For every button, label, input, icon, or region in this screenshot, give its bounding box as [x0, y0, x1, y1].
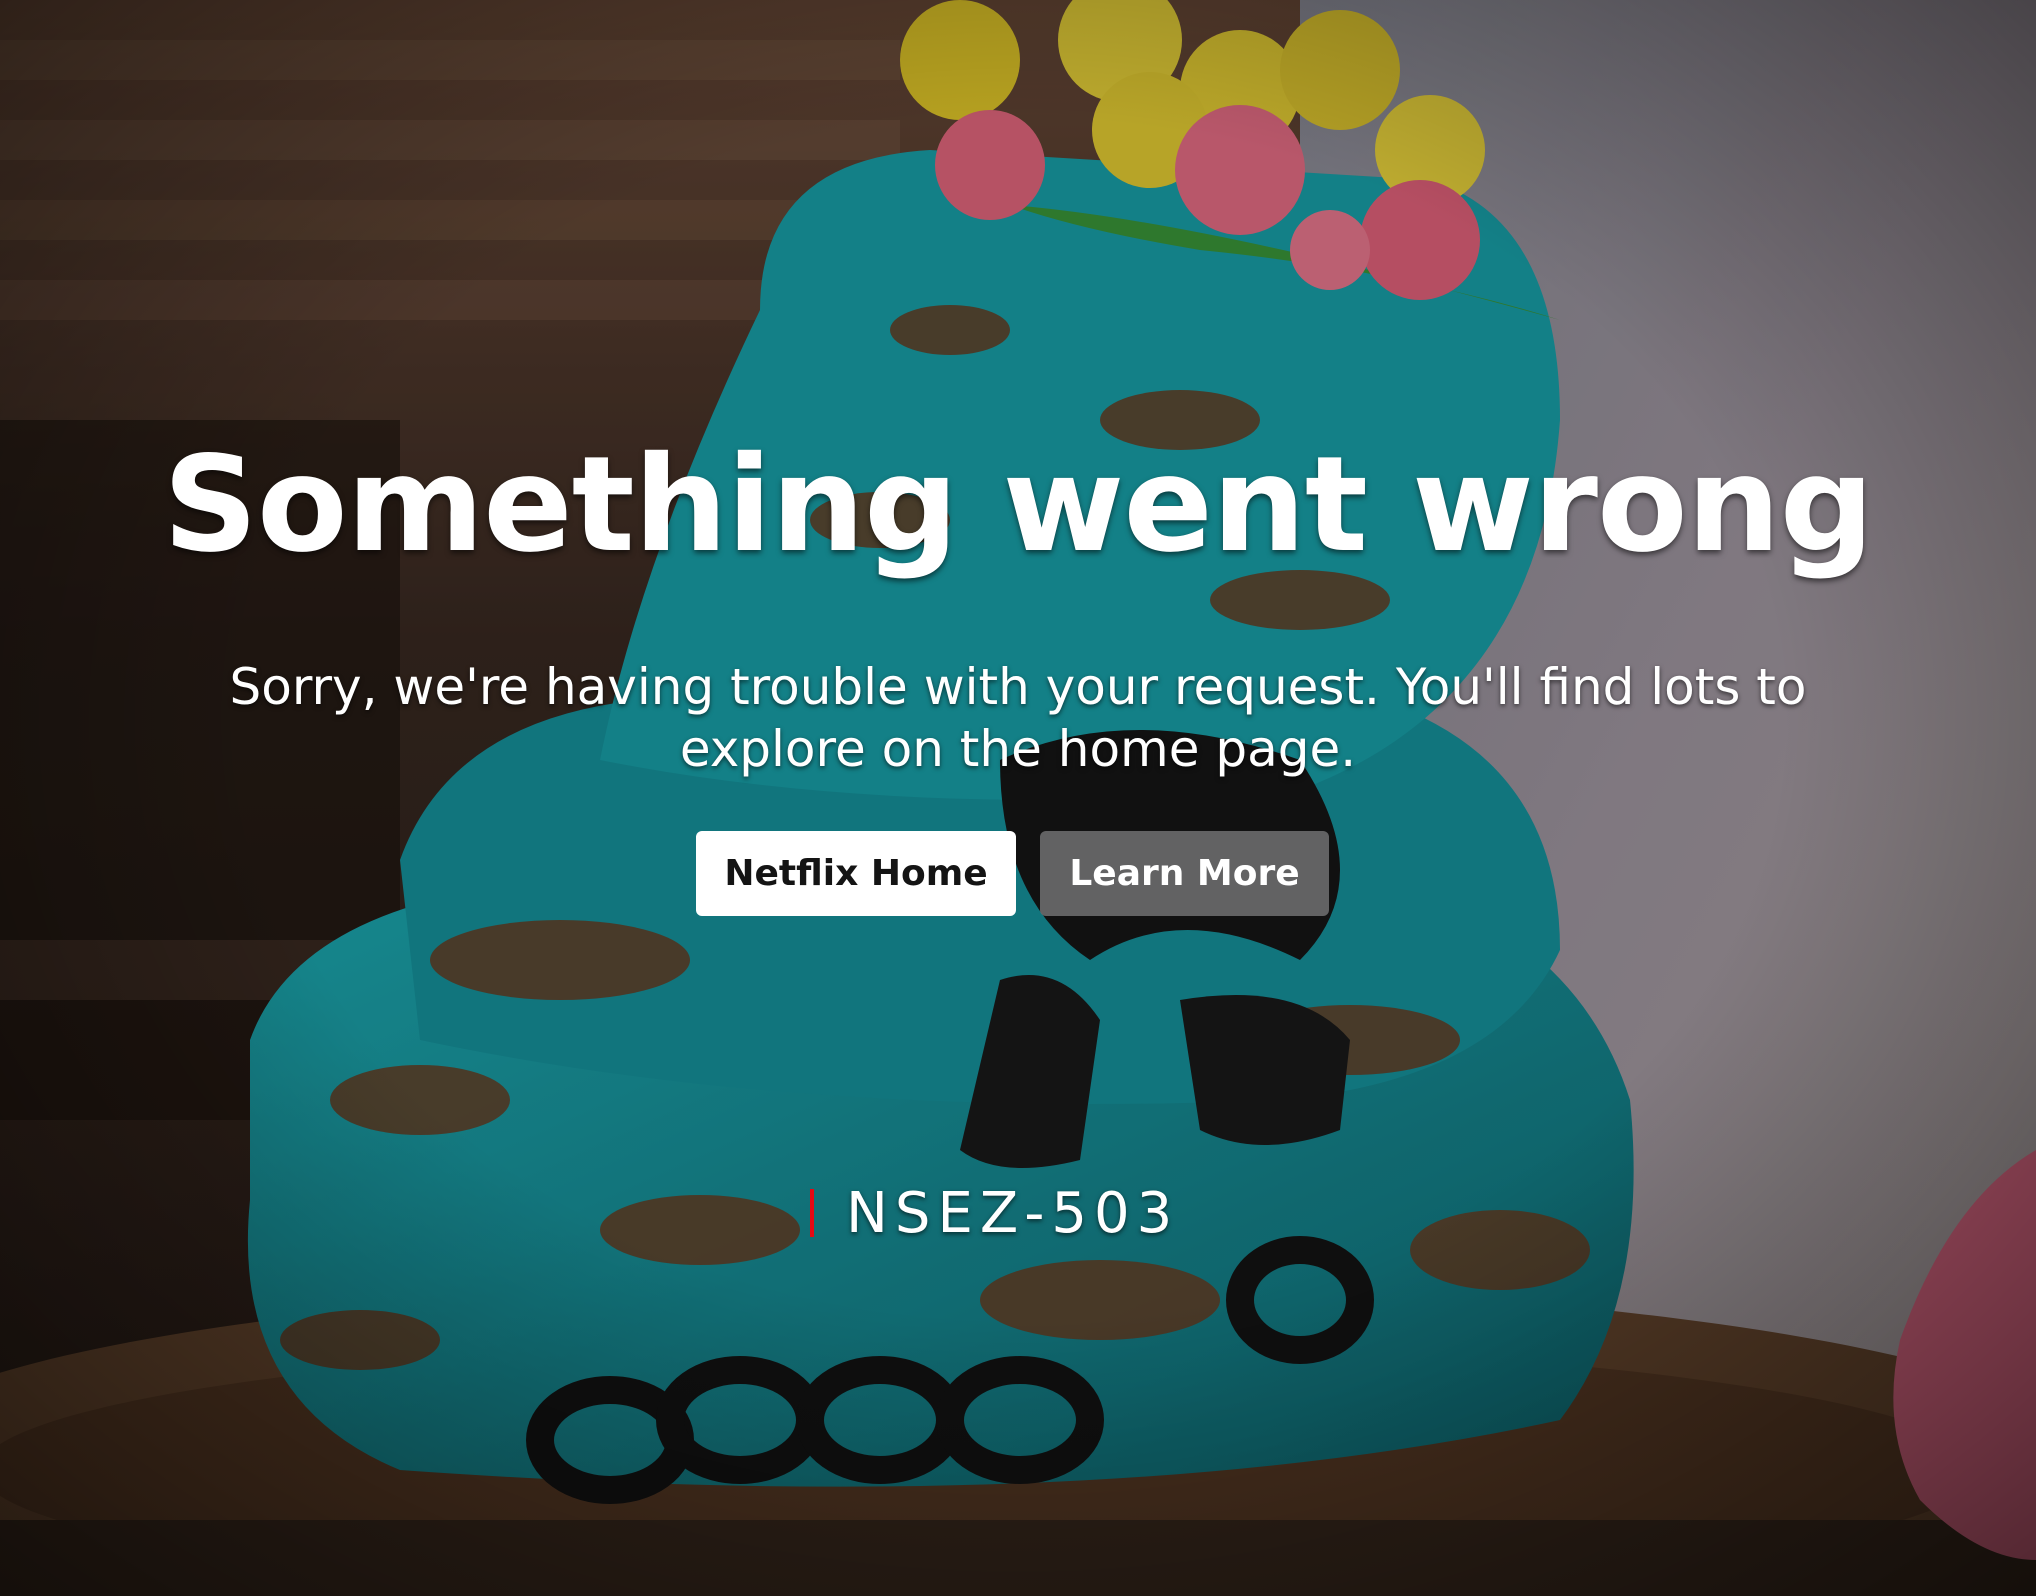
error-page: Something went wrong Sorry, we're having…	[0, 0, 2036, 1596]
page-title: Something went wrong	[162, 428, 1874, 582]
learn-more-button[interactable]: Learn More	[1040, 831, 1329, 916]
error-code-text: NSEZ-503	[846, 1180, 1180, 1246]
netflix-home-button[interactable]: Netflix Home	[696, 831, 1016, 916]
error-content: Something went wrong Sorry, we're having…	[0, 0, 2036, 1596]
action-buttons: Netflix Home Learn More	[696, 831, 1329, 916]
error-code: NSEZ-503	[810, 1180, 1180, 1246]
error-code-accent-bar	[810, 1189, 814, 1237]
error-message: Sorry, we're having trouble with your re…	[229, 658, 1807, 778]
